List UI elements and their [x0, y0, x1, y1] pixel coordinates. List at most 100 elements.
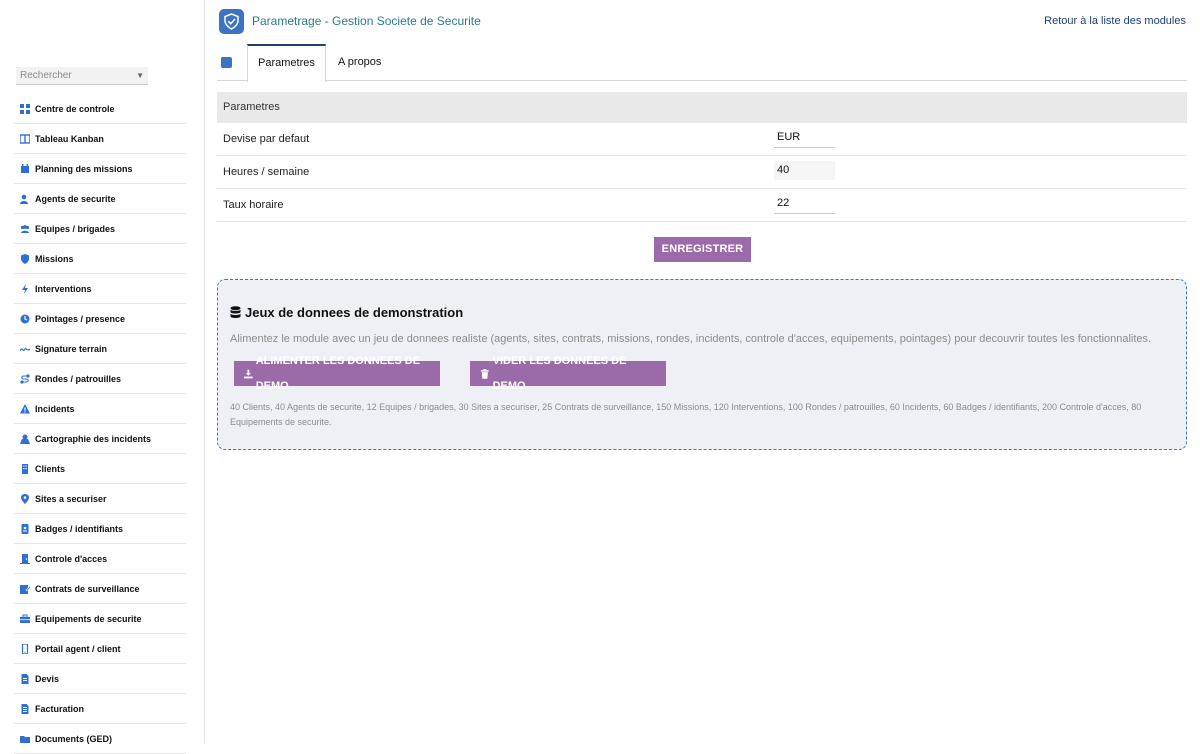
search-input[interactable]: Rechercher ▼ [16, 67, 148, 85]
page-title: Parametrage - Gestion Societe de Securit… [252, 14, 481, 28]
sidebar-item-label: Clients [35, 463, 66, 474]
sidebar-menu: Centre de controle Tableau Kanban Planni… [14, 94, 186, 754]
param-label: Taux horaire [223, 199, 284, 211]
param-label: Heures / semaine [223, 166, 310, 178]
sidebar-item-label: Equipes / brigades [35, 223, 116, 234]
trash-icon [480, 368, 489, 379]
sidebar-item-portail-agent-client[interactable]: Portail agent / client [14, 634, 186, 664]
mobile-icon [20, 643, 30, 654]
sidebar-item-facturation[interactable]: Facturation [14, 694, 186, 724]
sidebar-item-label: Cartographie des incidents [35, 433, 152, 444]
sidebar-item-missions[interactable]: Missions [14, 244, 186, 274]
heures-semaine-field[interactable]: 40 [774, 161, 835, 180]
sidebar-item-rondes-patrouilles[interactable]: Rondes / patrouilles [14, 364, 186, 394]
save-button[interactable]: ENREGISTRER [654, 237, 751, 262]
sidebar-item-devis[interactable]: Devis [14, 664, 186, 694]
search-placeholder: Rechercher [20, 70, 72, 81]
parameters-section-title: Parametres [217, 92, 1187, 123]
sidebar-item-label: Equipements de securite [35, 613, 142, 624]
param-row-heures: Heures / semaine 40 [217, 156, 1187, 189]
sidebar-item-label: Documents (GED) [35, 733, 113, 744]
clear-demo-data-label: VIDER LES DONNEES DE DEMO [492, 354, 627, 392]
building-icon [20, 463, 30, 474]
demo-stats: 40 Clients, 40 Agents de securite, 12 Eq… [230, 402, 1142, 427]
demo-title: Jeux de donnees de demonstration [230, 305, 463, 320]
map-icon [20, 434, 30, 444]
sidebar-item-planning-des-missions[interactable]: Planning des missions [14, 154, 186, 184]
contract-icon [20, 584, 30, 594]
demo-description: Alimentez le module avec un jeu de donne… [230, 333, 1152, 345]
sidebar-item-signature-terrain[interactable]: Signature terrain [14, 334, 186, 364]
bolt-icon [20, 283, 30, 294]
sidebar-item-label: Missions [35, 253, 74, 264]
feed-demo-data-button[interactable]: ALIMENTER LES DONNEES DE DEMO [234, 355, 440, 392]
invoice-icon [20, 703, 30, 714]
sidebar-item-label: Pointages / presence [35, 313, 126, 324]
devise-field[interactable]: EUR [774, 128, 835, 148]
sidebar-item-cartographie-des-incidents[interactable]: Cartographie des incidents [14, 424, 186, 454]
param-row-devise: Devise par defaut EUR [217, 123, 1187, 156]
sidebar-item-label: Incidents [35, 403, 75, 414]
sidebar-item-controle-d-acces[interactable]: Controle d'acces [14, 544, 186, 574]
module-logo [219, 9, 244, 34]
sidebar-item-tableau-kanban[interactable]: Tableau Kanban [14, 124, 186, 154]
param-row-taux: Taux horaire 22 [217, 189, 1187, 222]
door-icon [20, 553, 30, 564]
sidebar-item-sites-a-securiser[interactable]: Sites a securiser [14, 484, 186, 514]
sidebar-item-label: Controle d'acces [35, 553, 108, 564]
shield-check-icon [224, 13, 239, 30]
sidebar-item-equipes-brigades[interactable]: Equipes / brigades [14, 214, 186, 244]
sidebar-item-contrats-de-surveillance[interactable]: Contrats de surveillance [14, 574, 186, 604]
taux-horaire-field[interactable]: 22 [774, 194, 835, 214]
sidebar-item-incidents[interactable]: Incidents [14, 394, 186, 424]
users-icon [20, 224, 30, 234]
calendar-icon [20, 163, 30, 174]
sidebar-item-badges-identifiants[interactable]: Badges / identifiants [14, 514, 186, 544]
sidebar-item-equipements-de-securite[interactable]: Equipements de securite [14, 604, 186, 634]
sidebar-item-interventions[interactable]: Interventions [14, 274, 186, 304]
sidebar-item-label: Interventions [35, 283, 92, 294]
route-icon [20, 373, 30, 384]
sidebar-item-label: Planning des missions [35, 163, 133, 174]
folder-icon [20, 734, 30, 744]
sidebar-item-label: Badges / identifiants [35, 523, 124, 534]
clock-icon [20, 314, 30, 324]
sidebar-item-label: Rondes / patrouilles [35, 373, 122, 384]
user-shield-icon [20, 194, 30, 204]
kanban-icon [20, 133, 30, 144]
demo-title-text: Jeux de donnees de demonstration [245, 305, 464, 320]
sidebar-item-label: Centre de controle [35, 103, 115, 114]
module-tab-icon[interactable] [221, 57, 232, 68]
warning-icon [20, 403, 30, 414]
chevron-down-icon: ▼ [136, 71, 144, 80]
tab-bar: Parametres A propos [217, 44, 1187, 82]
sidebar-item-pointages-presence[interactable]: Pointages / presence [14, 304, 186, 334]
toolbox-icon [20, 614, 30, 624]
sidebar-item-label: Portail agent / client [35, 643, 121, 654]
sidebar-item-documents-ged[interactable]: Documents (GED) [14, 724, 186, 754]
shield-icon [20, 253, 30, 264]
sidebar-item-clients[interactable]: Clients [14, 454, 186, 484]
badge-icon [20, 523, 30, 534]
sidebar-item-label: Agents de securite [35, 193, 116, 204]
pin-icon [20, 493, 30, 504]
sidebar-item-label: Signature terrain [35, 343, 108, 354]
parameters-table: Parametres Devise par defaut EUR Heures … [217, 92, 1187, 222]
back-to-modules-link[interactable]: Retour à la liste des modules [1044, 15, 1186, 27]
sidebar-item-label: Contrats de surveillance [35, 583, 140, 594]
grid-icon [20, 103, 30, 114]
sidebar-item-label: Sites a securiser [35, 493, 107, 504]
sidebar-item-label: Devis [35, 673, 60, 684]
tab-a-propos[interactable]: A propos [328, 44, 391, 80]
database-icon [230, 306, 241, 318]
sidebar-item-agents-de-securite[interactable]: Agents de securite [14, 184, 186, 214]
demo-data-panel: Jeux de donnees de demonstration Aliment… [217, 279, 1187, 450]
signature-icon [20, 344, 30, 354]
tab-parametres[interactable]: Parametres [247, 44, 326, 82]
file-icon [20, 673, 30, 684]
clear-demo-data-button[interactable]: VIDER LES DONNEES DE DEMO [470, 355, 666, 392]
sidebar-item-label: Facturation [35, 703, 85, 714]
sidebar: Rechercher ▼ Centre de controle Tableau … [0, 0, 205, 754]
sidebar-item-centre-de-controle[interactable]: Centre de controle [14, 94, 186, 124]
sidebar-item-label: Tableau Kanban [35, 133, 104, 144]
